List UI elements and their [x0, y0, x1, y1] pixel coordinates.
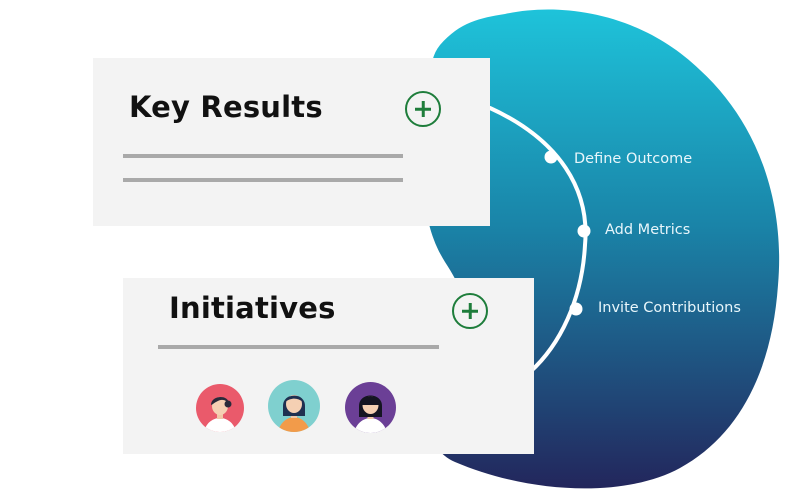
- placeholder-line: [123, 178, 403, 182]
- avatar-woman-purple-icon: [354, 395, 387, 433]
- step-dot-1: [544, 150, 558, 164]
- placeholder-line: [158, 345, 439, 349]
- step-dot-2: [577, 224, 591, 238]
- initiatives-card: Initiatives: [123, 278, 534, 454]
- initiatives-title: Initiatives: [169, 291, 336, 325]
- avatar-woman-teal: [268, 380, 320, 432]
- add-key-result-button[interactable]: [405, 91, 441, 127]
- step-label-define-outcome: Define Outcome: [574, 151, 693, 167]
- placeholder-line: [123, 154, 403, 158]
- step-label-add-metrics: Add Metrics: [605, 222, 691, 238]
- avatar-woman-pink: [196, 384, 244, 432]
- key-results-title: Key Results: [129, 90, 323, 124]
- step-label-invite-contributions: Invite Contributions: [598, 300, 741, 316]
- key-results-card: Key Results: [93, 58, 490, 226]
- add-initiative-button[interactable]: [452, 293, 488, 329]
- avatar-woman-purple: [345, 382, 396, 433]
- avatar-woman-teal-icon: [278, 395, 310, 432]
- step-dot-3: [569, 302, 583, 316]
- avatar-woman-pink-icon: [204, 396, 236, 432]
